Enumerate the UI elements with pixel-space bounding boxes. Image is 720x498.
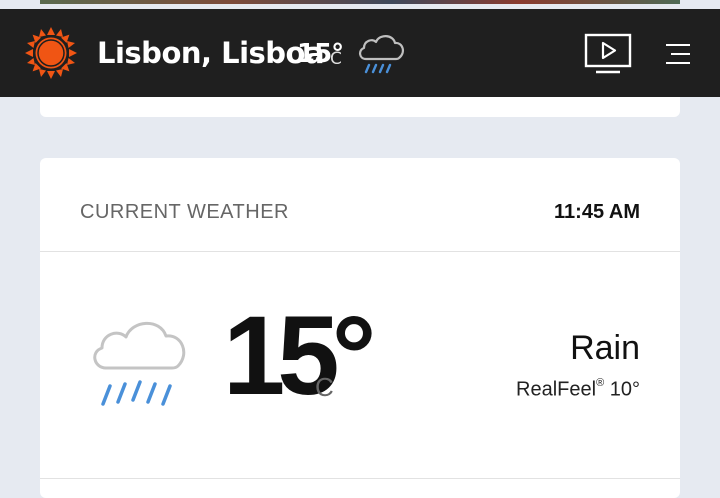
card-divider-bottom [40, 478, 680, 479]
top-ad-strip [40, 0, 680, 4]
realfeel-registered-mark: ® [596, 377, 605, 389]
hamburger-menu-icon[interactable] [664, 43, 692, 65]
current-temperature-unit: C [315, 372, 334, 402]
card-title: CURRENT WEATHER [80, 201, 289, 223]
card-divider [40, 251, 680, 252]
current-weather-card[interactable]: CURRENT WEATHER 11:45 AM 15° C Rain Real… [40, 158, 680, 498]
realfeel-temperature: RealFeel® 10° [516, 372, 640, 403]
app-header: Lisbon, Lisboa 15° C [0, 9, 720, 97]
header-temperature-unit: C [330, 49, 342, 69]
observation-time: 11:45 AM [554, 201, 640, 223]
rain-cloud-icon [93, 321, 186, 406]
current-temperature: 15° [223, 293, 376, 418]
realfeel-value: 10° [609, 378, 640, 401]
video-play-icon[interactable] [584, 32, 632, 76]
location-name[interactable]: Lisbon, Lisboa [97, 33, 325, 73]
realfeel-label: RealFeel [516, 378, 597, 401]
rain-cloud-icon [359, 35, 405, 74]
previous-card-bottom [40, 97, 680, 117]
weather-phrase: Rain [570, 329, 640, 367]
sun-icon[interactable] [24, 26, 78, 80]
